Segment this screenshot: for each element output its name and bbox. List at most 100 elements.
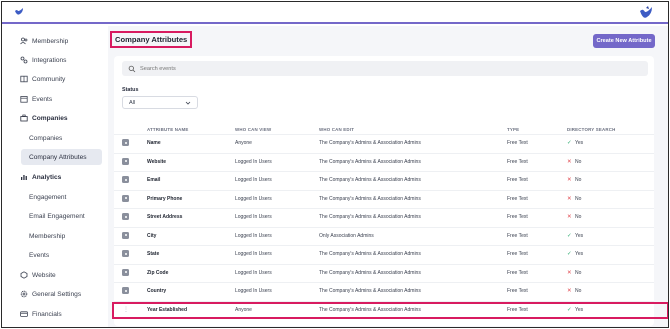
sidebar-item-companies[interactable]: Companies <box>20 111 68 125</box>
lock-icon <box>122 213 129 220</box>
sidebar-subitem-label: Engagement <box>29 193 67 201</box>
check-icon: ✓ <box>567 232 572 239</box>
directory-search-cell: ✓ Yes <box>567 233 583 239</box>
attribute-name-cell: City <box>147 232 157 239</box>
sidebar-subitem-companies[interactable]: Companies <box>29 131 62 145</box>
directory-search-value: No <box>575 214 582 220</box>
check-icon: ✓ <box>567 251 572 257</box>
type-cell: Free Text <box>507 288 528 294</box>
status-select[interactable]: All <box>122 96 198 109</box>
sidebar-subitem-engagement[interactable]: Engagement <box>29 190 66 204</box>
search-bar[interactable] <box>122 61 648 76</box>
table-row[interactable]: State Logged In Users The Company's Admins… <box>114 245 654 264</box>
directory-search-cell: ✕ No <box>567 196 581 202</box>
type-cell: Free Text <box>507 214 528 220</box>
sidebar-item-events[interactable]: Events <box>20 92 52 106</box>
who-can-edit-cell: The Company's Admins & Association Admin… <box>319 177 421 183</box>
sidebar-subitem-company-attributes[interactable]: Company Attributes <box>21 149 102 165</box>
who-can-view-cell: Logged In Users <box>235 195 272 202</box>
brand-logo-icon[interactable] <box>638 5 654 21</box>
sidebar-subitem-label: Email Engagement <box>29 212 85 220</box>
directory-search-cell: ✕ No <box>567 159 581 165</box>
attributes-table: ATTRIBUTE NAME WHO CAN VIEW WHO CAN EDIT… <box>114 120 654 326</box>
column-header-attribute-name[interactable]: ATTRIBUTE NAME <box>147 127 189 132</box>
type-cell: Free Text <box>507 269 528 276</box>
type-cell: Free Text <box>507 140 528 146</box>
directory-search-value: Yes <box>575 140 584 146</box>
attribute-name-cell: Country <box>147 288 167 294</box>
sidebar-subitem-label: Membership <box>29 232 66 240</box>
x-icon: ✕ <box>567 214 572 220</box>
directory-search-value: No <box>575 269 582 276</box>
attribute-name-cell: Street Address <box>147 214 183 220</box>
who-can-view-cell: Logged In Users <box>235 288 272 294</box>
directory-search-value: No <box>575 195 582 202</box>
lock-icon <box>122 139 129 146</box>
attribute-name-cell: Website <box>147 158 167 165</box>
directory-search-cell: ✓ Yes <box>567 251 583 257</box>
check-icon: ✓ <box>567 140 572 146</box>
search-icon <box>128 65 136 73</box>
column-header-who-can-view[interactable]: WHO CAN VIEW <box>235 127 271 132</box>
users-icon <box>20 37 28 45</box>
sidebar-subitem-events[interactable]: Events <box>29 248 49 262</box>
sidebar-subitem-email-engagement[interactable]: Email Engagement <box>29 209 85 223</box>
table-row[interactable]: Zip Code Logged In Users The Company's Adm… <box>114 263 654 283</box>
table-row[interactable]: Name Anyone The Company's Admins & Associa… <box>114 134 654 153</box>
column-header-who-can-edit[interactable]: WHO CAN EDIT <box>319 127 354 132</box>
main-content: Company Attributes Create New Attribute … <box>108 26 668 327</box>
status-label: Status <box>122 87 139 93</box>
sidebar-subitem-label: Events <box>29 251 50 259</box>
who-can-edit-cell: The Company's Admins & Association Admin… <box>319 195 421 202</box>
table-header: ATTRIBUTE NAME WHO CAN VIEW WHO CAN EDIT… <box>114 124 654 134</box>
sidebar-item-label: Membership <box>32 37 69 45</box>
attribute-name-cell: Name <box>147 140 161 146</box>
integrations-icon <box>20 56 28 64</box>
who-can-edit-cell: The Company's Admins & Association Admin… <box>319 251 421 257</box>
directory-search-value: No <box>575 288 582 294</box>
directory-search-value: Yes <box>575 232 584 239</box>
column-header-type[interactable]: TYPE <box>507 127 519 132</box>
status-select-value: All <box>129 99 136 106</box>
who-can-view-cell: Logged In Users <box>235 158 272 165</box>
who-can-view-cell: Logged In Users <box>235 177 272 183</box>
attribute-name-cell: Zip Code <box>147 269 169 276</box>
table-row[interactable]: Primary Phone Logged In Users The Company'… <box>114 189 654 209</box>
directory-search-cell: ✕ No <box>567 270 581 276</box>
who-can-edit-cell: Only Association Admins <box>319 232 374 239</box>
who-can-view-cell: Logged In Users <box>235 251 272 257</box>
directory-search-cell: ✕ No <box>567 177 581 183</box>
lock-icon <box>122 268 129 276</box>
search-input[interactable] <box>140 65 620 72</box>
table-row[interactable]: Website Logged In Users The Company's Admi… <box>114 152 654 172</box>
who-can-edit-cell: The Company's Admins & Association Admin… <box>319 158 421 165</box>
table-row[interactable]: Street Address Logged In Users The Company… <box>114 208 654 227</box>
column-header-directory-search[interactable]: DIRECTORY SEARCH <box>567 127 616 132</box>
sidebar-item-analytics[interactable]: Analytics <box>20 170 61 184</box>
sidebar-item-website[interactable]: Website <box>20 268 56 282</box>
sidebar-item-financials[interactable]: Financials <box>20 307 62 321</box>
sidebar-subitem-membership[interactable]: Membership <box>29 229 65 243</box>
table-row[interactable]: Country Logged In Users The Company's Admi… <box>114 282 654 301</box>
highlight-row-outline <box>112 302 668 319</box>
x-icon: ✕ <box>567 195 572 202</box>
attribute-name-cell: Email <box>147 177 161 183</box>
app-logo-icon[interactable] <box>14 7 24 17</box>
create-attribute-button[interactable]: Create New Attribute <box>593 34 655 48</box>
x-icon: ✕ <box>567 158 572 165</box>
directory-search-value: No <box>575 158 582 165</box>
who-can-edit-cell: The Company's Admins & Association Admin… <box>319 288 421 294</box>
sidebar-item-general-settings[interactable]: General Settings <box>20 287 81 301</box>
app-window: Membership Integrations Community Events… <box>1 1 669 328</box>
sidebar-subitem-label: Companies <box>29 134 63 142</box>
who-can-view-cell: Logged In Users <box>235 232 272 239</box>
table-row[interactable]: City Logged In Users Only Association Admi… <box>114 226 654 246</box>
table-row[interactable]: Email Logged In Users The Company's Admins… <box>114 171 654 190</box>
type-cell: Free Text <box>507 232 528 239</box>
who-can-edit-cell: The Company's Admins & Association Admin… <box>319 269 421 276</box>
sidebar-item-membership[interactable]: Membership <box>20 34 68 48</box>
sidebar-item-community[interactable]: Community <box>20 72 65 86</box>
sidebar-item-integrations[interactable]: Integrations <box>20 53 66 67</box>
who-can-view-cell: Anyone <box>235 140 252 146</box>
who-can-edit-cell: The Company's Admins & Association Admin… <box>319 140 421 146</box>
